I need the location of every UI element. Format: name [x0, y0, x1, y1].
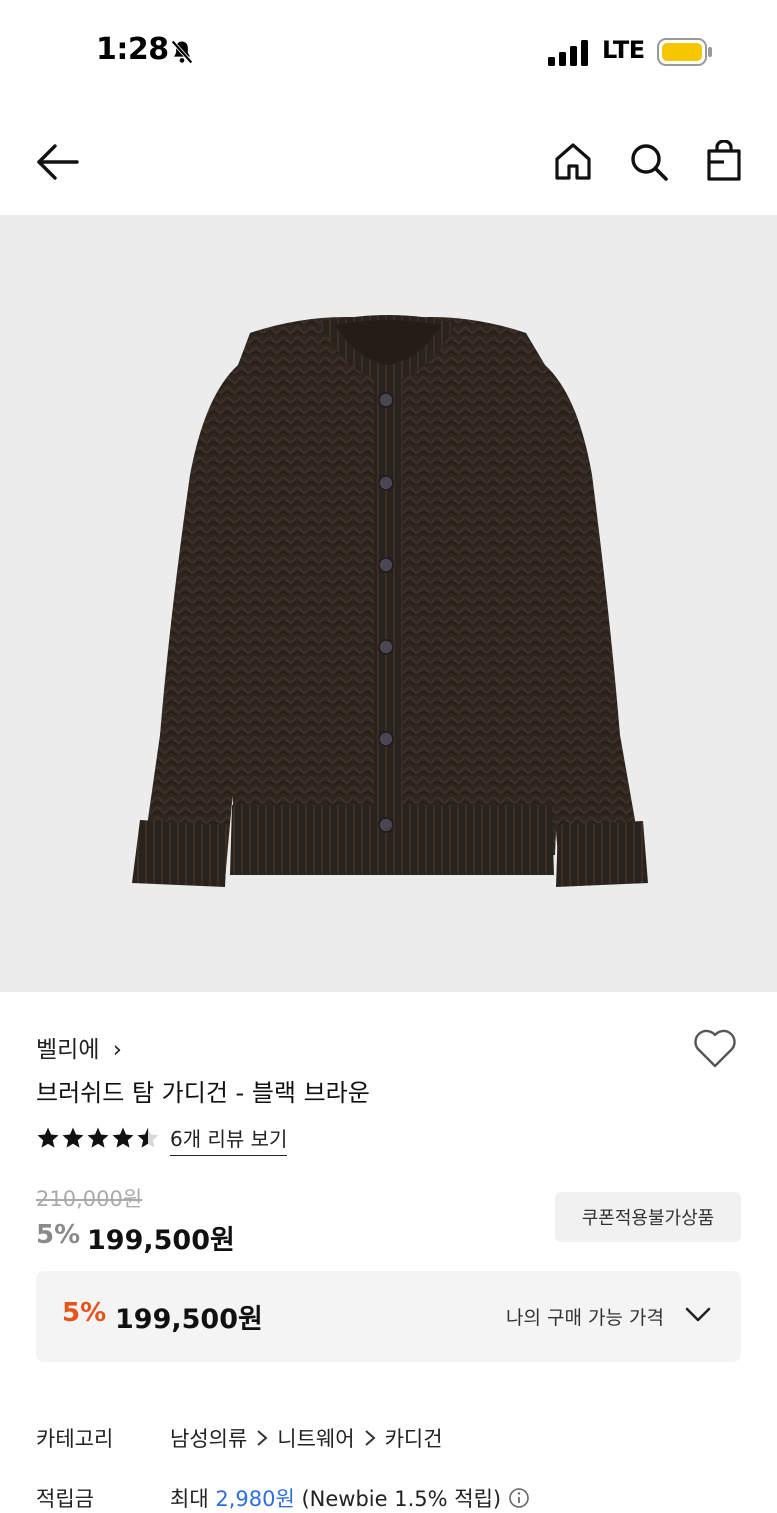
chevron-right-icon — [364, 1430, 376, 1446]
points-value: 최대 2,980원 (Newbie 1.5% 적립) — [170, 1483, 530, 1513]
battery-icon — [657, 38, 712, 66]
category-item-cardigan[interactable]: 카디건 — [385, 1423, 443, 1453]
shopping-bag-icon[interactable] — [706, 140, 742, 182]
star-full-icon — [37, 1127, 59, 1148]
product-image[interactable] — [0, 215, 777, 992]
my-price-label[interactable]: 나의 구매 가능 가격 — [506, 1303, 664, 1330]
chevron-down-icon[interactable] — [684, 1306, 712, 1324]
home-icon[interactable] — [553, 142, 593, 182]
points-prefix: 최대 — [170, 1487, 209, 1511]
product-title: 브러쉬드 탐 가디건 - 블랙 브라운 — [36, 1079, 370, 1107]
heart-icon[interactable] — [692, 1028, 738, 1070]
points-amount: 2,980원 — [215, 1487, 295, 1511]
chevron-right-icon: › — [112, 1037, 122, 1063]
category-label: 카테고리 — [36, 1427, 114, 1451]
my-price: 199,500원 — [115, 1304, 263, 1335]
cardigan-photo — [132, 315, 648, 887]
status-time: 1:28 — [96, 32, 169, 67]
rating-stars — [36, 1126, 160, 1150]
network-label: LTE — [602, 36, 645, 64]
category-item-knitwear[interactable]: 니트웨어 — [277, 1423, 354, 1453]
star-half-icon — [137, 1127, 159, 1148]
info-icon[interactable] — [508, 1487, 530, 1509]
chevron-right-icon — [257, 1430, 268, 1446]
bell-muted-icon — [171, 40, 193, 64]
original-price: 210,000원 — [36, 1187, 143, 1211]
my-discount-rate: 5% — [62, 1298, 107, 1328]
signal-icon — [548, 40, 588, 66]
back-arrow-icon[interactable] — [36, 142, 80, 182]
points-label: 적립금 — [36, 1487, 94, 1511]
search-icon[interactable] — [629, 142, 669, 182]
star-full-icon — [112, 1127, 134, 1148]
coupon-badge: 쿠폰적용불가상품 — [555, 1192, 741, 1242]
star-full-icon — [62, 1127, 84, 1148]
brand-name: 벨리에 — [36, 1037, 100, 1063]
review-link[interactable]: 6개 리뷰 보기 — [170, 1123, 288, 1156]
points-suffix: (Newbie 1.5% 적립) — [301, 1487, 502, 1511]
category-breadcrumb: 남성의류 니트웨어 카디건 — [170, 1423, 443, 1453]
sale-price: 199,500원 — [87, 1225, 235, 1256]
star-full-icon — [87, 1127, 109, 1148]
brand-link[interactable]: 벨리에 › — [36, 1030, 122, 1064]
category-item-mens[interactable]: 남성의류 — [170, 1423, 247, 1453]
discount-rate: 5% — [36, 1220, 81, 1250]
